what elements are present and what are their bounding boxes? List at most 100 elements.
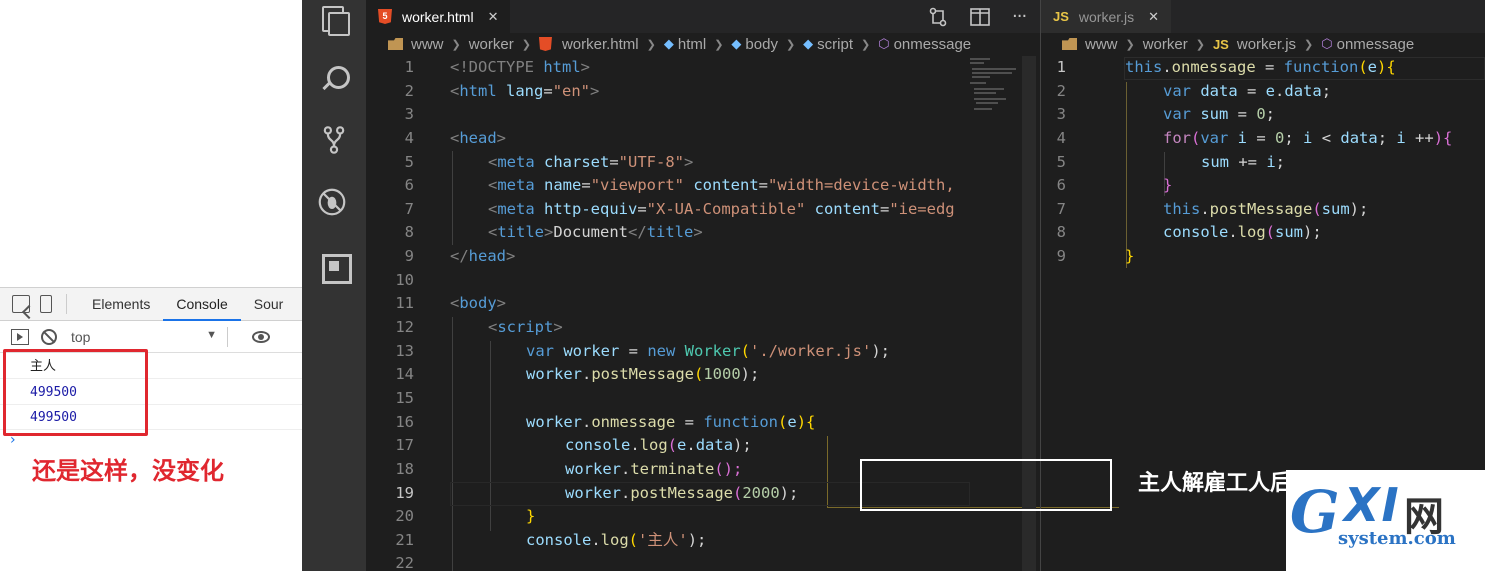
folder-icon [1062, 38, 1077, 50]
code-token: "UTF-8" [618, 152, 684, 171]
line-number: 3 [404, 105, 414, 124]
close-icon[interactable]: ✕ [1148, 9, 1159, 25]
code-token: ( [667, 436, 678, 455]
code-token: > [580, 58, 591, 76]
breadcrumb-item[interactable]: www [1085, 36, 1118, 53]
breadcrumb-right: www ❯ worker ❯ JS worker.js ❯ ⬡ onmessag… [1062, 33, 1414, 55]
code-token: sum [1201, 152, 1229, 171]
code-token: > [553, 318, 563, 337]
debug-icon[interactable] [318, 188, 346, 216]
devtools-tabbar: Elements Console Sour [0, 287, 302, 321]
code-token: < [450, 81, 460, 100]
breadcrumb-item[interactable]: onmessage [1337, 36, 1415, 53]
divider [66, 294, 67, 314]
tab-worker-html[interactable]: 5 worker.html ✕ [366, 0, 511, 33]
method-icon: ⬡ [1321, 36, 1333, 51]
code-token: > [496, 294, 507, 313]
element-icon: ◆ [803, 36, 814, 51]
code-token: e [1265, 81, 1276, 100]
line-number: 14 [395, 365, 414, 384]
context-selector[interactable]: top ▼ [71, 329, 217, 345]
breadcrumb-item[interactable]: script [817, 36, 853, 53]
code-token: log [600, 530, 629, 549]
breadcrumb-item[interactable]: worker [1143, 36, 1188, 53]
code-token: ( [694, 365, 704, 384]
code-editor-right[interactable]: 1 this.onmessage = function(e){ 2 var data… [1041, 56, 1485, 269]
code-token: > [496, 128, 507, 147]
code-token: ; [1265, 105, 1276, 124]
line-number: 9 [404, 247, 414, 266]
code-token: html [459, 81, 497, 100]
code-token: '主人' [638, 530, 688, 549]
code-token: ; [1321, 81, 1332, 100]
line-number: 8 [404, 223, 414, 242]
code-token: Document [553, 223, 629, 242]
explorer-icon[interactable] [320, 4, 350, 36]
html5-icon: 5 [378, 9, 392, 24]
inspect-element-icon[interactable] [12, 295, 30, 313]
chevron-right-icon: ❯ [646, 38, 656, 51]
method-icon: ⬡ [878, 36, 890, 51]
eye-icon[interactable] [252, 330, 270, 343]
code-token: < [450, 128, 460, 147]
code-token: this [1163, 199, 1201, 218]
clear-console-icon[interactable] [41, 328, 57, 345]
line-number: 16 [395, 412, 414, 431]
breadcrumb-item[interactable]: onmessage [894, 36, 972, 53]
code-token: var [1163, 105, 1191, 124]
line-number: 6 [1056, 176, 1066, 195]
breadcrumb-item[interactable]: www [411, 36, 444, 53]
sidebar-toggle-icon[interactable] [11, 328, 29, 345]
code-token: http-equiv [534, 199, 638, 218]
highlight-box [3, 349, 148, 436]
search-icon[interactable] [320, 66, 350, 94]
element-icon: ◆ [663, 36, 674, 51]
breadcrumb-item[interactable]: body [745, 36, 778, 53]
watermark-logo: G XI 网 system.com [1286, 470, 1485, 571]
code-token: . [630, 436, 640, 455]
close-icon[interactable]: ✕ [488, 9, 499, 25]
code-token: > [544, 223, 554, 242]
line-number: 21 [395, 530, 414, 549]
code-token: "width=device-width, [768, 176, 955, 195]
code-token: var [526, 341, 554, 360]
code-token: console [565, 436, 631, 455]
code-token: ++ [1405, 128, 1434, 147]
minimap[interactable] [970, 56, 1022, 116]
tab-sources[interactable]: Sour [241, 287, 297, 321]
split-editor-icon[interactable] [970, 7, 990, 26]
code-token: ; [1377, 128, 1397, 147]
tab-elements[interactable]: Elements [79, 287, 163, 321]
breadcrumb-item[interactable]: worker [469, 36, 514, 53]
line-number: 7 [404, 199, 414, 218]
code-token: sum [1275, 223, 1304, 242]
chevron-right-icon: ❯ [785, 38, 796, 51]
browser-panel: Elements Console Sour top ▼ 主人 499500 49… [0, 0, 302, 571]
breadcrumb-item[interactable]: worker.html [562, 36, 639, 53]
device-toolbar-icon[interactable] [40, 295, 52, 313]
code-token: = [543, 81, 553, 100]
more-actions-icon[interactable]: ··· [1012, 6, 1027, 27]
code-token: ); [1303, 223, 1322, 242]
compare-icon[interactable] [928, 7, 948, 27]
code-token: "en" [552, 81, 591, 100]
extensions-icon[interactable] [320, 252, 352, 284]
code-token: ){ [796, 412, 816, 431]
code-token: terminate [630, 459, 715, 478]
code-token: new [647, 341, 676, 360]
code-token: content [684, 176, 759, 195]
chevron-right-icon: ❯ [1125, 38, 1135, 51]
tab-worker-js[interactable]: JS worker.js ✕ [1041, 0, 1172, 33]
line-number: 2 [404, 81, 414, 100]
source-control-icon[interactable] [320, 126, 348, 154]
code-token: . [1200, 199, 1210, 218]
screenshot: Elements Console Sour top ▼ 主人 499500 49… [0, 0, 1485, 571]
tab-console[interactable]: Console [163, 287, 241, 321]
code-token: meta [497, 199, 535, 218]
breadcrumb-item[interactable]: html [678, 36, 706, 53]
line-number: 3 [1056, 105, 1066, 124]
code-token: title [497, 223, 545, 242]
breadcrumb-item[interactable]: worker.js [1237, 36, 1296, 53]
code-token: } [1163, 176, 1173, 195]
line-number: 11 [395, 294, 414, 313]
